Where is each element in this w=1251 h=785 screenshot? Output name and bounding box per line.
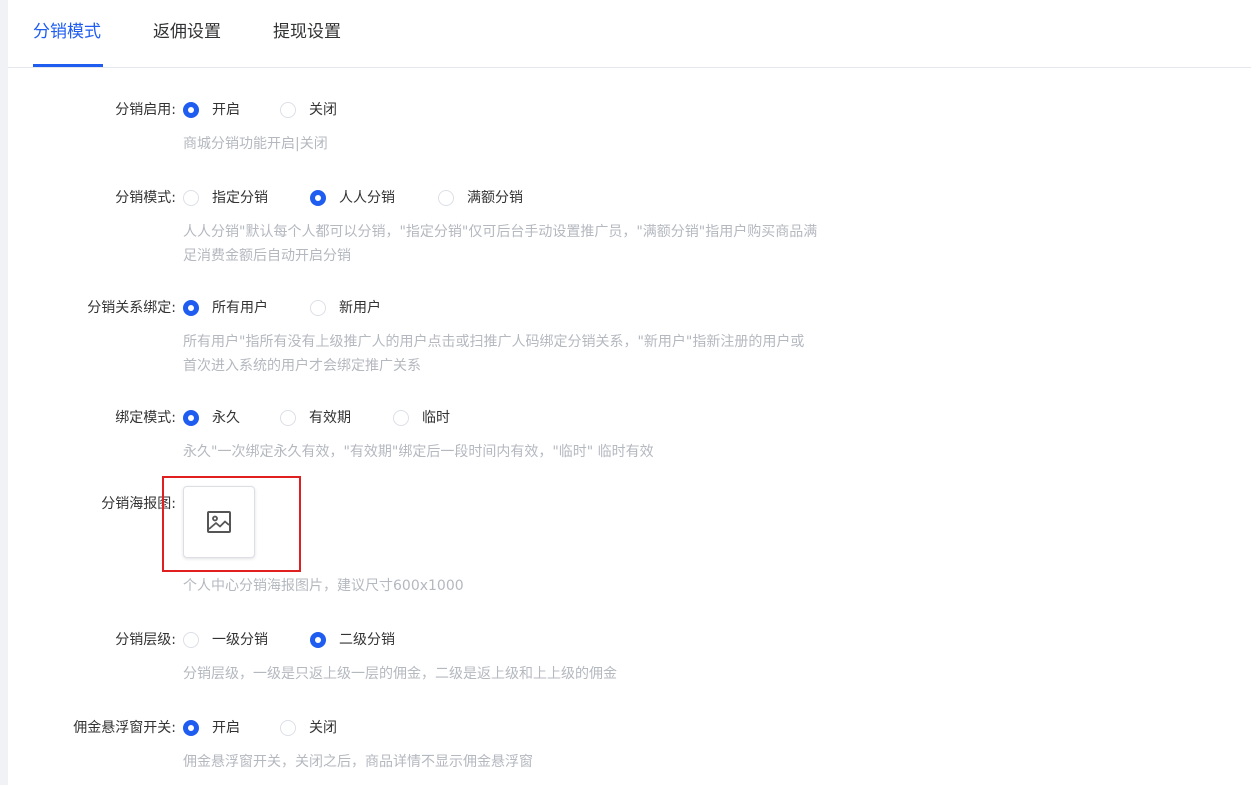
radio-label: 开启 bbox=[212, 720, 240, 736]
bind-mode-hint: 永久"一次绑定永久有效，"有效期"绑定后一段时间内有效，"临时" 临时有效 bbox=[183, 444, 654, 460]
mode-hint-line2: 足消费金额后自动开启分销 bbox=[183, 248, 351, 264]
binding-radio-all-users[interactable]: 所有用户 bbox=[183, 298, 268, 318]
radio-label: 人人分销 bbox=[339, 190, 395, 206]
radio-unchecked-icon bbox=[393, 410, 409, 426]
tab-withdraw-settings[interactable]: 提现设置 bbox=[273, 20, 341, 44]
level-radio-first[interactable]: 一级分销 bbox=[183, 630, 268, 650]
settings-panel: 分销模式 返佣设置 提现设置 分销启用: 开启 关闭 商城分销功能开启|关闭 分… bbox=[8, 0, 1251, 785]
bind-mode-label: 绑定模式: bbox=[115, 410, 176, 426]
binding-hint: 所有用户"指所有没有上级推广人的用户点击或扫推广人码绑定分销关系，"新用户"指新… bbox=[183, 330, 873, 378]
radio-unchecked-icon bbox=[310, 300, 326, 316]
radio-label: 二级分销 bbox=[339, 632, 395, 648]
radio-label: 一级分销 bbox=[212, 632, 268, 648]
binding-hint-line1: 所有用户"指所有没有上级推广人的用户点击或扫推广人码绑定分销关系，"新用户"指新… bbox=[183, 334, 805, 350]
radio-label: 关闭 bbox=[309, 720, 337, 736]
radio-checked-icon bbox=[310, 632, 326, 648]
radio-unchecked-icon bbox=[280, 410, 296, 426]
mode-radio-everyone[interactable]: 人人分销 bbox=[310, 188, 395, 208]
radio-checked-icon bbox=[183, 102, 199, 118]
active-tab-indicator bbox=[33, 64, 103, 67]
tab-bar: 分销模式 返佣设置 提现设置 bbox=[8, 0, 1251, 68]
poster-hint: 个人中心分销海报图片，建议尺寸600x1000 bbox=[183, 578, 464, 594]
binding-hint-line2: 首次进入系统的用户才会绑定推广关系 bbox=[183, 358, 421, 374]
mode-radio-designated[interactable]: 指定分销 bbox=[183, 188, 268, 208]
radio-label: 所有用户 bbox=[212, 300, 268, 316]
bind-mode-radio-temporary[interactable]: 临时 bbox=[393, 408, 450, 428]
radio-checked-icon bbox=[183, 720, 199, 736]
level-radio-second[interactable]: 二级分销 bbox=[310, 630, 395, 650]
radio-label: 满额分销 bbox=[467, 190, 523, 206]
binding-radio-new-users[interactable]: 新用户 bbox=[310, 298, 381, 318]
radio-checked-icon bbox=[310, 190, 326, 206]
mode-hint-line1: 人人分销"默认每个人都可以分销，"指定分销"仅可后台手动设置推广员，"满额分销"… bbox=[183, 224, 818, 240]
float-window-radio-off[interactable]: 关闭 bbox=[280, 718, 337, 738]
level-hint: 分销层级，一级是只返上级一层的佣金，二级是返上级和上上级的佣金 bbox=[183, 666, 617, 682]
tab-distribution-mode[interactable]: 分销模式 bbox=[33, 20, 101, 44]
mode-label: 分销模式: bbox=[115, 190, 176, 206]
radio-label: 指定分销 bbox=[212, 190, 268, 206]
radio-unchecked-icon bbox=[183, 632, 199, 648]
bind-mode-radio-validity[interactable]: 有效期 bbox=[280, 408, 351, 428]
float-window-radio-on[interactable]: 开启 bbox=[183, 718, 240, 738]
radio-label: 关闭 bbox=[309, 102, 337, 118]
radio-label: 临时 bbox=[422, 410, 450, 426]
bind-mode-radio-permanent[interactable]: 永久 bbox=[183, 408, 240, 428]
highlight-box bbox=[162, 476, 301, 572]
float-window-label: 佣金悬浮窗开关: bbox=[73, 720, 176, 736]
radio-checked-icon bbox=[183, 300, 199, 316]
radio-unchecked-icon bbox=[438, 190, 454, 206]
radio-unchecked-icon bbox=[183, 190, 199, 206]
mode-radio-threshold[interactable]: 满额分销 bbox=[438, 188, 523, 208]
radio-label: 新用户 bbox=[339, 300, 381, 316]
enable-hint: 商城分销功能开启|关闭 bbox=[183, 136, 328, 152]
radio-label: 有效期 bbox=[309, 410, 351, 426]
radio-unchecked-icon bbox=[280, 720, 296, 736]
radio-label: 永久 bbox=[212, 410, 240, 426]
binding-label: 分销关系绑定: bbox=[87, 300, 176, 316]
enable-label: 分销启用: bbox=[115, 102, 176, 118]
enable-radio-off[interactable]: 关闭 bbox=[280, 100, 337, 120]
tab-commission-settings[interactable]: 返佣设置 bbox=[153, 20, 221, 44]
radio-unchecked-icon bbox=[280, 102, 296, 118]
poster-label: 分销海报图: bbox=[101, 496, 176, 512]
level-label: 分销层级: bbox=[115, 632, 176, 648]
mode-hint: 人人分销"默认每个人都可以分销，"指定分销"仅可后台手动设置推广员，"满额分销"… bbox=[183, 220, 873, 268]
enable-radio-on[interactable]: 开启 bbox=[183, 100, 240, 120]
float-window-hint: 佣金悬浮窗开关，关闭之后，商品详情不显示佣金悬浮窗 bbox=[183, 754, 533, 770]
radio-label: 开启 bbox=[212, 102, 240, 118]
radio-checked-icon bbox=[183, 410, 199, 426]
